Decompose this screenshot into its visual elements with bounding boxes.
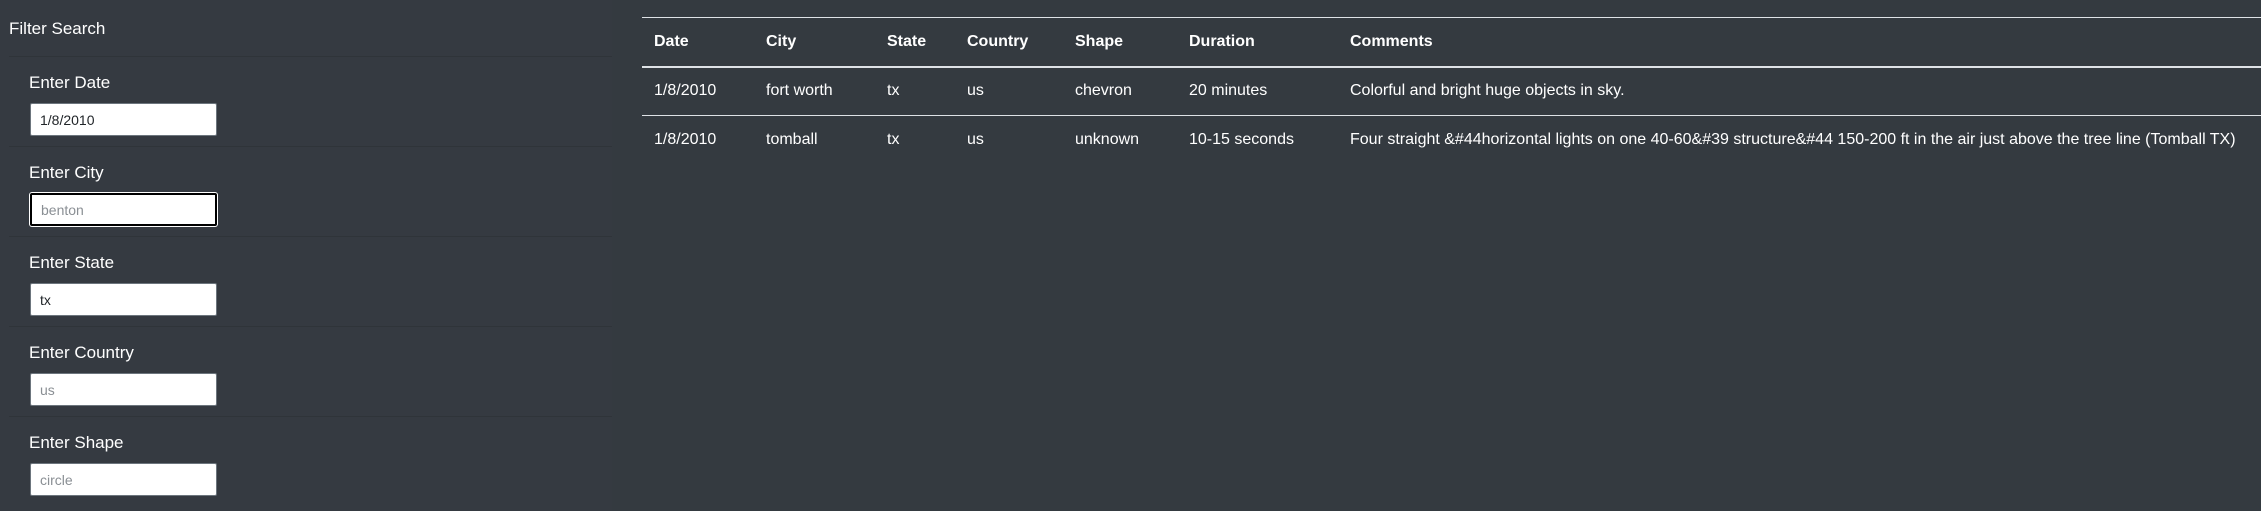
cell-shape: chevron [1063, 66, 1177, 116]
filter-sidebar: Filter Search Enter Date Enter City Ente… [0, 0, 612, 511]
cell-country: us [955, 66, 1063, 116]
cell-country: us [967, 131, 984, 149]
cell-date: 1/8/2010 [654, 131, 717, 149]
cell-duration: 10-15 seconds [1189, 131, 1294, 149]
header-duration: Duration [1189, 32, 1255, 50]
header-shape: Shape [1075, 32, 1124, 50]
header-state: State [887, 32, 927, 50]
filter-item-state: Enter State [9, 236, 612, 326]
table-body: 1/8/2010 fort worth tx us chevron 20 min… [642, 66, 2261, 165]
cell-state: tx [875, 66, 955, 116]
header-country: Country [967, 32, 1029, 50]
header-row: Date City State Country Shape Duration C… [642, 17, 2261, 67]
filter-item-country: Enter Country [9, 326, 612, 416]
cell-city: tomball [766, 131, 818, 149]
filter-item-shape: Enter Shape [9, 416, 612, 506]
header-date: Date [654, 32, 689, 50]
table-header: Date City State Country Shape Duration C… [642, 17, 2261, 67]
table-row: 1/8/2010 fort worth tx us chevron 20 min… [642, 66, 2261, 116]
cell-date: 1/8/2010 [642, 66, 754, 116]
date-label: Enter Date [29, 73, 111, 92]
date-input[interactable] [30, 103, 217, 136]
country-input[interactable] [30, 373, 217, 406]
city-label: Enter City [29, 163, 104, 182]
filter-item-city: Enter City [9, 146, 612, 236]
city-input[interactable] [30, 193, 217, 226]
cell-shape: unknown [1075, 131, 1140, 149]
filter-search-title: Filter Search [9, 19, 106, 38]
cell-state: tx [887, 131, 900, 149]
cell-city: fort worth [754, 66, 875, 116]
results-panel: Date City State Country Shape Duration C… [642, 0, 2261, 511]
filter-list: Enter Date Enter City Enter State Enter … [9, 56, 612, 511]
header-comments: Comments [1350, 32, 1433, 50]
state-input[interactable] [30, 283, 217, 316]
header-city: City [766, 32, 797, 50]
filter-item-date: Enter Date [9, 56, 612, 146]
shape-label: Enter Shape [29, 433, 124, 452]
table-row: 1/8/2010 tomball tx us unknown 10-15 sec… [642, 116, 2261, 165]
cell-comments: Four straight &#44horizontal lights on o… [1350, 131, 2236, 149]
shape-input[interactable] [30, 463, 217, 496]
state-label: Enter State [29, 253, 115, 272]
country-label: Enter Country [29, 343, 134, 362]
ufo-sightings-table: Date City State Country Shape Duration C… [642, 17, 2261, 165]
cell-duration: 20 minutes [1177, 66, 1338, 116]
cell-comments: Colorful and bright huge objects in sky. [1338, 66, 2261, 116]
